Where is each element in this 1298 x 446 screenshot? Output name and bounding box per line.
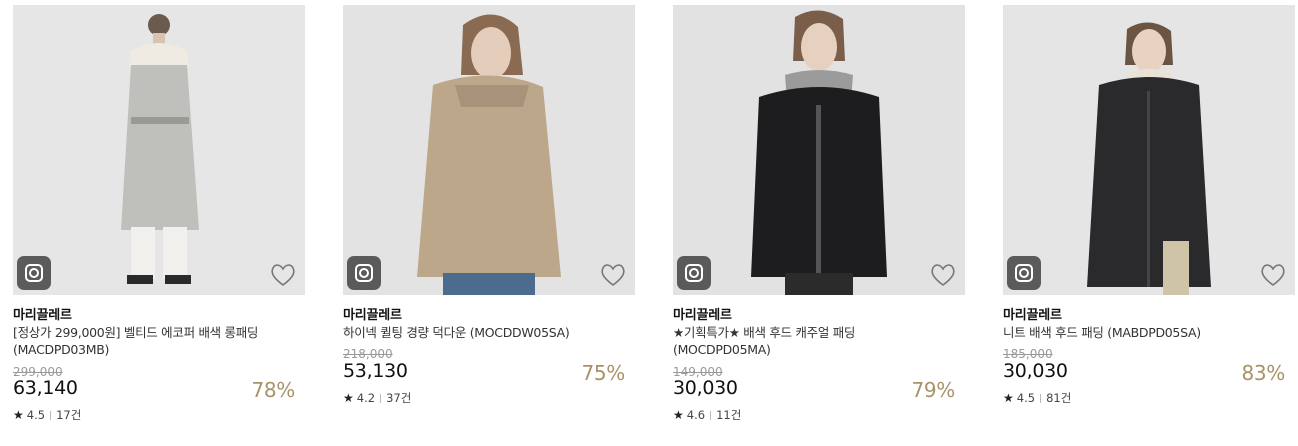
divider — [1040, 394, 1042, 403]
rating-summary: ★ 4.5 81건 — [1003, 390, 1071, 406]
review-count: 81건 — [1046, 391, 1072, 405]
camera-icon[interactable] — [677, 256, 711, 290]
camera-icon[interactable] — [17, 256, 51, 290]
rating-score: 4.6 — [686, 408, 706, 422]
heart-icon[interactable] — [269, 262, 297, 288]
star-icon: ★ — [13, 408, 24, 422]
rating-summary: ★ 4.5 17건 — [13, 407, 81, 423]
divider — [50, 411, 52, 420]
product-image[interactable] — [673, 5, 965, 295]
product-title[interactable]: ★기획특가★ 배색 후드 캐주얼 패딩 (MOCDPD05MA) — [673, 324, 933, 358]
brand-name: 마리끌레르 — [1003, 308, 1062, 323]
product-title[interactable]: [정상가 299,000원] 벨티드 에코퍼 배색 롱패딩 (MACDPD03M… — [13, 324, 273, 358]
brand-name: 마리끌레르 — [13, 308, 72, 323]
rating-score: 4.5 — [1016, 391, 1036, 405]
star-icon: ★ — [1003, 391, 1014, 405]
product-title[interactable]: 하이넥 퀼팅 경량 덕다운 (MOCDDW05SA) — [343, 324, 603, 341]
sale-price: 53,130 — [343, 360, 408, 382]
sale-price: 63,140 — [13, 377, 78, 399]
discount-rate: 79% — [911, 378, 955, 402]
review-count: 37건 — [386, 391, 412, 405]
product-grid: 마리끌레르 [정상가 299,000원] 벨티드 에코퍼 배색 롱패딩 (MAC… — [0, 0, 1298, 446]
divider — [380, 394, 382, 403]
sale-price: 30,030 — [1003, 360, 1068, 382]
review-count: 17건 — [56, 408, 82, 422]
original-price: 218,000 — [343, 347, 393, 361]
camera-icon[interactable] — [347, 256, 381, 290]
star-icon: ★ — [673, 408, 684, 422]
camera-icon[interactable] — [1007, 256, 1041, 290]
product-image[interactable] — [1003, 5, 1295, 295]
discount-rate: 75% — [581, 361, 625, 385]
star-icon: ★ — [343, 391, 354, 405]
sale-price: 30,030 — [673, 377, 738, 399]
discount-rate: 83% — [1241, 361, 1285, 385]
rating-score: 4.2 — [356, 391, 376, 405]
rating-summary: ★ 4.2 37건 — [343, 390, 411, 406]
divider — [710, 411, 712, 420]
product-image[interactable] — [13, 5, 305, 295]
heart-icon[interactable] — [599, 262, 627, 288]
brand-name: 마리끌레르 — [673, 308, 732, 323]
brand-name: 마리끌레르 — [343, 308, 402, 323]
discount-rate: 78% — [251, 378, 295, 402]
product-title[interactable]: 니트 배색 후드 패딩 (MABDPD05SA) — [1003, 324, 1263, 341]
heart-icon[interactable] — [1259, 262, 1287, 288]
rating-score: 4.5 — [26, 408, 46, 422]
rating-summary: ★ 4.6 11건 — [673, 407, 741, 423]
original-price: 185,000 — [1003, 347, 1053, 361]
review-count: 11건 — [716, 408, 742, 422]
heart-icon[interactable] — [929, 262, 957, 288]
product-image[interactable] — [343, 5, 635, 295]
